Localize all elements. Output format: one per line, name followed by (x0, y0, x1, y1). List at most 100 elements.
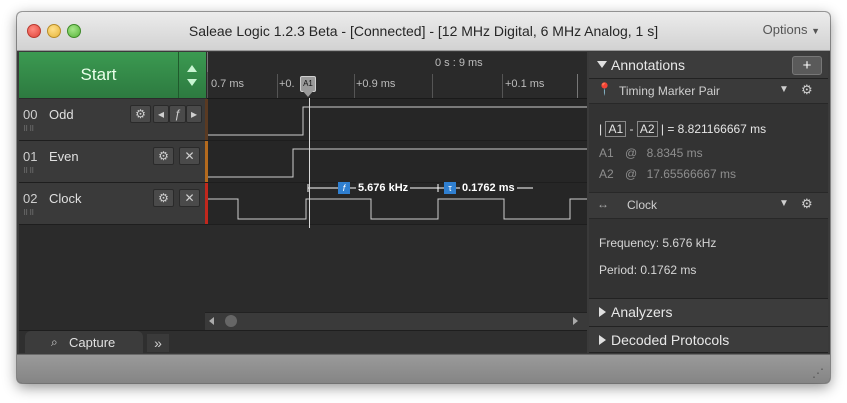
channel-row-even: 01 ⠿⠿ Even ⚙ ✕ (19, 141, 587, 183)
drag-handle-icon[interactable]: ⠿⠿ (23, 167, 35, 175)
pin-icon[interactable]: 📍 (597, 82, 612, 96)
drag-handle-icon[interactable]: ⠿⠿ (23, 125, 35, 133)
close-icon[interactable]: ✕ (179, 189, 200, 207)
delta-bar: | (599, 122, 603, 136)
next-edge-icon[interactable]: ▸ (186, 105, 202, 123)
ruler-tick-label: +0.9 ms (356, 78, 396, 90)
gear-icon[interactable]: ⚙ (801, 196, 813, 212)
a1-label: A1 (599, 146, 614, 160)
channel-label-panel: 02 ⠿⠿ Clock ⚙ ✕ (19, 183, 205, 224)
trigger-edge-icon[interactable]: ƒ (169, 105, 186, 123)
annotations-sidebar: Annotations + 📍 Timing Marker Pair ▼ ⚙ |… (589, 52, 828, 353)
channel-label-panel: 00 ⠿⠿ Odd ⚙ ◂ ƒ ▸ (19, 99, 205, 140)
app-window: Saleae Logic 1.2.3 Beta - [Connected] - … (17, 12, 830, 383)
delta-dash: - (629, 122, 634, 136)
expand-icon (599, 307, 606, 317)
expand-icon (597, 61, 607, 68)
waveform-even[interactable] (208, 141, 587, 182)
zoom-window-button[interactable] (67, 24, 81, 38)
measurement-type: Clock (627, 198, 658, 212)
frequency-icon: f (338, 182, 350, 194)
gear-icon[interactable]: ⚙ (153, 189, 174, 207)
title-bar: Saleae Logic 1.2.3 Beta - [Connected] - … (17, 12, 830, 51)
status-bar: ⋰ (17, 354, 830, 383)
prev-edge-icon[interactable]: ◂ (153, 105, 169, 123)
ruler-tick (277, 74, 278, 98)
empty-channel-area (19, 239, 587, 312)
add-annotation-button[interactable]: + (792, 56, 822, 75)
a2-label: A2 (599, 167, 614, 181)
measurement-header[interactable]: ↔ Clock ▼ ⚙ (589, 192, 828, 219)
channel-number: 00 (23, 107, 38, 122)
marker-pointer-icon (302, 90, 314, 97)
minimize-window-button[interactable] (47, 24, 61, 38)
period-measurement: 0.1762 ms (460, 182, 517, 194)
close-window-button[interactable] (27, 24, 41, 38)
ruler-tick (354, 74, 355, 98)
scroll-left-icon[interactable] (209, 317, 214, 325)
ruler-tick (502, 74, 503, 98)
chevron-down-icon: ▼ (811, 26, 820, 36)
ruler-tick (432, 74, 433, 98)
gear-icon[interactable]: ⚙ (801, 82, 813, 98)
close-icon[interactable]: ✕ (179, 147, 200, 165)
annotations-title: Annotations (611, 57, 685, 73)
capture-tab-label: Capture (69, 335, 116, 350)
waveform-odd[interactable] (208, 99, 587, 140)
more-tabs-button[interactable]: » (147, 334, 169, 352)
scroll-right-icon[interactable] (573, 317, 578, 325)
drag-handle-icon[interactable]: ⠿⠿ (23, 209, 35, 217)
channel-number: 01 (23, 149, 38, 164)
ruler-divider (207, 72, 208, 98)
frequency-line: Frequency: 5.676 kHz (599, 236, 717, 250)
bottom-tab-bar: ⌕ Capture » (19, 330, 587, 355)
gear-icon[interactable]: ⚙ (153, 147, 174, 165)
channel-name[interactable]: Odd (49, 107, 74, 122)
a2-at: @ (625, 167, 638, 181)
period-icon: τ (444, 182, 456, 194)
ruler-tick-label: 0.7 ms (211, 78, 245, 90)
channel-name[interactable]: Even (49, 149, 79, 164)
expand-icon (599, 335, 606, 345)
decoded-protocols-title: Decoded Protocols (611, 332, 730, 348)
analyzers-header[interactable]: Analyzers (589, 298, 828, 327)
capture-settings-toggle[interactable] (178, 52, 206, 98)
start-label: Start (80, 65, 117, 84)
window-title: Saleae Logic 1.2.3 Beta - [Connected] - … (188, 23, 659, 39)
period-line: Period: 0.1762 ms (599, 263, 697, 277)
analyzers-title: Analyzers (611, 304, 673, 320)
channel-name[interactable]: Clock (49, 191, 82, 206)
marker-a1-line (309, 98, 310, 228)
scroll-thumb[interactable] (225, 315, 237, 327)
chevron-down-icon[interactable]: ▼ (779, 84, 789, 95)
a2-tag: A2 (636, 121, 658, 137)
ruler-tick-label: +0.1 ms (505, 78, 545, 90)
marker-a2-time: A2 @ 17.65566667 ms (599, 167, 736, 181)
delta-value: | = 8.821166667 ms (660, 122, 767, 136)
frequency-measurement: 5.676 kHz (356, 182, 411, 194)
a1-tag: A1 (605, 121, 627, 137)
arrow-down-icon (187, 79, 197, 86)
ruler-center-time: 0 s : 9 ms (435, 57, 483, 69)
channel-row-clock: 02 ⠿⠿ Clock ⚙ ✕ f 5.676 kHz τ 0.1762 ms (19, 182, 587, 225)
marker-pair-header[interactable]: 📍 Timing Marker Pair ▼ ⚙ (589, 79, 828, 104)
annotations-header[interactable]: Annotations + (589, 52, 828, 79)
capture-panel: Start 0 s : 9 ms 0.7 ms +0. +0.9 ms +0.1… (19, 52, 587, 355)
gear-icon[interactable]: ⚙ (130, 105, 151, 123)
channel-number: 02 (23, 191, 38, 206)
a1-at: @ (625, 146, 638, 160)
horizontal-scrollbar[interactable] (205, 312, 587, 330)
chevron-down-icon[interactable]: ▼ (779, 198, 789, 209)
a2-value: 17.65566667 ms (646, 167, 736, 181)
time-ruler[interactable]: 0 s : 9 ms 0.7 ms +0. +0.9 ms +0.1 ms A1 (207, 52, 587, 99)
decoded-protocols-header[interactable]: Decoded Protocols (589, 327, 828, 353)
measure-range-icon: ↔ (597, 197, 609, 211)
resize-grip-icon[interactable]: ⋰ (812, 366, 824, 380)
marker-delta: | A1 - A2 | = 8.821166667 ms (599, 121, 767, 137)
waveform-clock[interactable]: f 5.676 kHz τ 0.1762 ms (208, 182, 587, 224)
start-button[interactable]: Start (19, 52, 179, 98)
tab-capture[interactable]: ⌕ Capture (25, 331, 143, 355)
options-menu[interactable]: Options ▼ (763, 22, 820, 37)
channel-label-panel: 01 ⠿⠿ Even ⚙ ✕ (19, 141, 205, 182)
ruler-tick-label: +0. (279, 78, 295, 90)
